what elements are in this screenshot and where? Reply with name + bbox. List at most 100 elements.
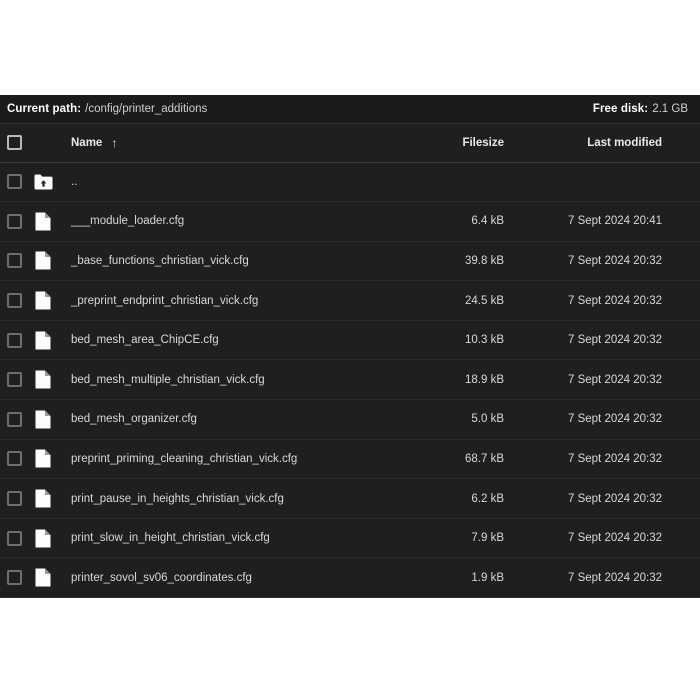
row-checkbox[interactable] xyxy=(7,451,22,467)
table-row[interactable]: bed_mesh_area_ChipCE.cfg 10.3 kB 7 Sept 20… xyxy=(0,320,700,360)
row-checkbox[interactable] xyxy=(7,372,22,388)
table-row[interactable]: ___module_loader.cfg 6.4 kB 7 Sept 2024 20… xyxy=(0,201,700,242)
row-icon-cell xyxy=(30,320,68,360)
file-manager-screen: Current path: /config/printer_additions … xyxy=(0,0,700,700)
table-row[interactable]: print_pause_in_heights_christian_vick.cf… xyxy=(0,478,700,519)
select-all-checkbox[interactable] xyxy=(7,135,22,151)
file-size: 6.4 kB xyxy=(471,215,504,228)
file-size: 7.9 kB xyxy=(471,532,504,545)
file-size: 5.0 kB xyxy=(471,413,504,426)
table-header-row: Name ↑ Filesize Last modified xyxy=(0,124,700,163)
path-bar: Current path: /config/printer_additions … xyxy=(0,95,700,124)
file-last-modified xyxy=(522,162,700,202)
file-name[interactable]: print_slow_in_height_christian_vick.cfg xyxy=(68,518,432,558)
parent-directory-name[interactable]: .. xyxy=(68,162,432,202)
row-icon-cell xyxy=(30,479,68,519)
row-icon-cell xyxy=(30,281,68,321)
icon-header-cell xyxy=(30,124,68,163)
file-last-modified: 7 Sept 2024 20:32 xyxy=(568,373,662,386)
file-size: 18.9 kB xyxy=(465,373,504,386)
row-select-cell xyxy=(0,202,30,242)
last-modified-header-label: Last modified xyxy=(587,136,662,149)
row-select-cell xyxy=(0,558,30,598)
file-name[interactable]: _base_functions_christian_vick.cfg xyxy=(68,241,432,281)
last-modified-header-cell[interactable]: Last modified xyxy=(522,124,700,163)
row-checkbox[interactable] xyxy=(7,491,22,507)
row-select-cell xyxy=(0,360,30,400)
row-icon-cell xyxy=(30,162,68,202)
table-row[interactable]: print_slow_in_height_christian_vick.cfg 7… xyxy=(0,518,700,558)
file-icon xyxy=(32,250,54,272)
free-disk-group: Free disk: 2.1 GB xyxy=(593,103,688,115)
file-size: 10.3 kB xyxy=(465,334,504,347)
row-checkbox[interactable] xyxy=(7,174,22,190)
table-row[interactable]: printer_sovol_sv06_coordinates.cfg 1.9 kB… xyxy=(0,557,700,598)
file-last-modified: 7 Sept 2024 20:32 xyxy=(568,532,662,545)
parent-directory-row[interactable]: .. xyxy=(0,162,700,202)
row-checkbox[interactable] xyxy=(7,332,22,348)
row-select-cell xyxy=(0,439,30,479)
file-last-modified: 7 Sept 2024 20:32 xyxy=(568,571,662,584)
row-select-cell xyxy=(0,241,30,281)
row-icon-cell xyxy=(30,518,68,558)
free-disk-value: 2.1 GB xyxy=(652,103,688,115)
current-path-label: Current path: xyxy=(7,103,82,115)
free-disk-label: Free disk: xyxy=(592,103,649,115)
file-table-body: .. ___module_loader.cfg 6.4 kB 7 Sept 2024 … xyxy=(0,162,700,598)
file-last-modified: 7 Sept 2024 20:32 xyxy=(568,413,662,426)
row-checkbox[interactable] xyxy=(7,293,22,309)
row-select-cell xyxy=(0,479,30,519)
row-icon-cell xyxy=(30,360,68,400)
file-name[interactable]: printer_sovol_sv06_coordinates.cfg xyxy=(68,558,432,598)
table-row[interactable]: bed_mesh_organizer.cfg 5.0 kB 7 Sept 2024 … xyxy=(0,399,700,440)
file-icon xyxy=(32,290,54,312)
row-checkbox[interactable] xyxy=(7,411,22,427)
file-name[interactable]: preprint_priming_cleaning_christian_vick… xyxy=(68,439,432,479)
file-name[interactable]: print_pause_in_heights_christian_vick.cf… xyxy=(68,479,432,519)
row-checkbox[interactable] xyxy=(7,253,22,269)
file-name[interactable]: bed_mesh_area_ChipCE.cfg xyxy=(68,320,432,360)
file-name[interactable]: bed_mesh_organizer.cfg xyxy=(68,400,432,440)
file-last-modified: 7 Sept 2024 20:32 xyxy=(568,452,662,465)
row-select-cell xyxy=(0,518,30,558)
sort-ascending-icon: ↑ xyxy=(111,135,118,150)
file-name[interactable]: _preprint_endprint_christian_vick.cfg xyxy=(68,281,432,321)
file-icon xyxy=(32,488,54,510)
row-select-cell xyxy=(0,320,30,360)
file-icon xyxy=(32,369,54,391)
file-size xyxy=(432,162,522,202)
row-icon-cell xyxy=(30,439,68,479)
file-icon xyxy=(32,448,54,470)
row-icon-cell xyxy=(30,558,68,598)
file-last-modified: 7 Sept 2024 20:32 xyxy=(568,334,662,347)
file-size: 39.8 kB xyxy=(465,254,504,267)
row-select-cell xyxy=(0,400,30,440)
table-row[interactable]: preprint_priming_cleaning_christian_vick… xyxy=(0,439,700,479)
file-size: 6.2 kB xyxy=(471,492,504,505)
file-icon xyxy=(32,527,54,549)
file-table: Name ↑ Filesize Last modified .. ___modul… xyxy=(0,124,700,598)
table-row[interactable]: bed_mesh_multiple_christian_vick.cfg 18.9… xyxy=(0,359,700,400)
file-name[interactable]: ___module_loader.cfg xyxy=(68,202,432,242)
file-icon xyxy=(32,567,54,589)
file-last-modified: 7 Sept 2024 20:32 xyxy=(568,294,662,307)
table-row[interactable]: _base_functions_christian_vick.cfg 39.8 k… xyxy=(0,241,700,281)
row-checkbox[interactable] xyxy=(7,213,22,229)
row-checkbox[interactable] xyxy=(7,530,22,546)
current-path-value[interactable]: /config/printer_additions xyxy=(85,103,207,115)
name-header-cell[interactable]: Name ↑ xyxy=(68,124,432,163)
row-icon-cell xyxy=(30,241,68,281)
file-table-head: Name ↑ Filesize Last modified xyxy=(0,124,700,163)
table-row[interactable]: _preprint_endprint_christian_vick.cfg 24.… xyxy=(0,280,700,321)
row-select-cell xyxy=(0,281,30,321)
file-last-modified: 7 Sept 2024 20:32 xyxy=(568,492,662,505)
row-icon-cell xyxy=(30,400,68,440)
select-all-header-cell xyxy=(0,124,30,163)
file-icon xyxy=(32,210,54,232)
filesize-header-label: Filesize xyxy=(462,136,504,149)
file-name[interactable]: bed_mesh_multiple_christian_vick.cfg xyxy=(68,360,432,400)
filesize-header-cell[interactable]: Filesize xyxy=(432,124,522,163)
folder-up-icon xyxy=(32,171,54,193)
row-checkbox[interactable] xyxy=(7,570,22,586)
current-path-group: Current path: /config/printer_additions xyxy=(7,103,207,115)
